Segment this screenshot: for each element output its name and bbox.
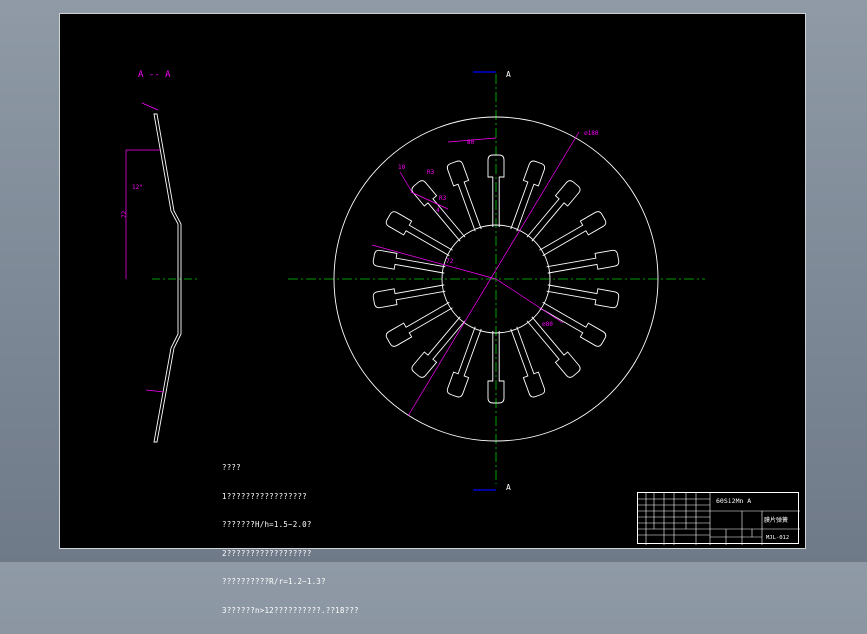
slot-length-dim-text: 10 xyxy=(398,164,406,171)
note-line: ???????H/h=1.5~2.0? xyxy=(222,520,312,529)
title-block: 60Si2Mn A 膜片弹簧 MJL-012 xyxy=(637,492,800,545)
part-name-label: 膜片弹簧 xyxy=(764,517,789,524)
material-label: 60Si2Mn A xyxy=(716,497,752,505)
slot xyxy=(546,249,620,274)
slot-width-dim-text: 4 xyxy=(436,207,440,214)
section-bottom-leader xyxy=(145,389,165,393)
section-top-leader xyxy=(141,102,159,111)
cut-label-bottom: A xyxy=(506,483,511,492)
technical-requirements: ???? 1????????????????? ???????H/h=1.5~2… xyxy=(222,444,359,634)
radius-mid-dim-text: R3 xyxy=(439,195,447,202)
slot-outline xyxy=(372,284,446,309)
slot-outline xyxy=(385,211,453,257)
slot xyxy=(546,284,620,309)
note-line: ??????????R/r=1.2~1.3? xyxy=(222,577,326,586)
slot xyxy=(385,211,453,257)
cut-label-top: A xyxy=(506,70,511,79)
inner-diameter-dim-text: ⌀80 xyxy=(542,321,553,328)
section-angle-dim-text: 12° xyxy=(132,184,143,191)
drawing-number-label: MJL-012 xyxy=(766,535,790,541)
slot xyxy=(539,211,607,257)
width-dim-text: 80 xyxy=(467,139,475,146)
section-height-dim-text: 72 xyxy=(121,210,128,218)
slot-length-dim-line xyxy=(399,171,413,193)
slot-outline xyxy=(539,211,607,257)
note-line: 1????????????????? xyxy=(222,491,307,501)
slot xyxy=(372,284,446,309)
plan-view xyxy=(288,71,705,491)
cad-drawing: A -- A 12° 72 A A ⌀180 ⌀80 80 10 R3 R3 4… xyxy=(121,70,705,492)
note-line: ???? xyxy=(222,463,241,472)
slot-outline xyxy=(372,249,446,274)
slot-outline xyxy=(546,284,620,309)
note-line: 3??????n>12??????????.??18??? xyxy=(222,605,359,615)
section-view xyxy=(125,102,200,443)
section-view-label: A -- A xyxy=(138,70,171,80)
slot xyxy=(372,249,446,274)
drawing-sheet: A -- A 12° 72 A A ⌀180 ⌀80 80 10 R3 R3 4… xyxy=(59,13,806,615)
note-line: 2?????????????????? xyxy=(222,548,312,558)
section-profile xyxy=(153,113,182,443)
arm-radius-dim-text: 72 xyxy=(446,258,454,265)
slot xyxy=(385,301,453,347)
outer-diameter-dim-text: ⌀180 xyxy=(584,130,599,137)
radius-small-dim-text: R3 xyxy=(427,169,435,176)
arm-radius-dim-line xyxy=(371,244,497,280)
slot-outline xyxy=(385,301,453,347)
slot-outline xyxy=(546,249,620,274)
